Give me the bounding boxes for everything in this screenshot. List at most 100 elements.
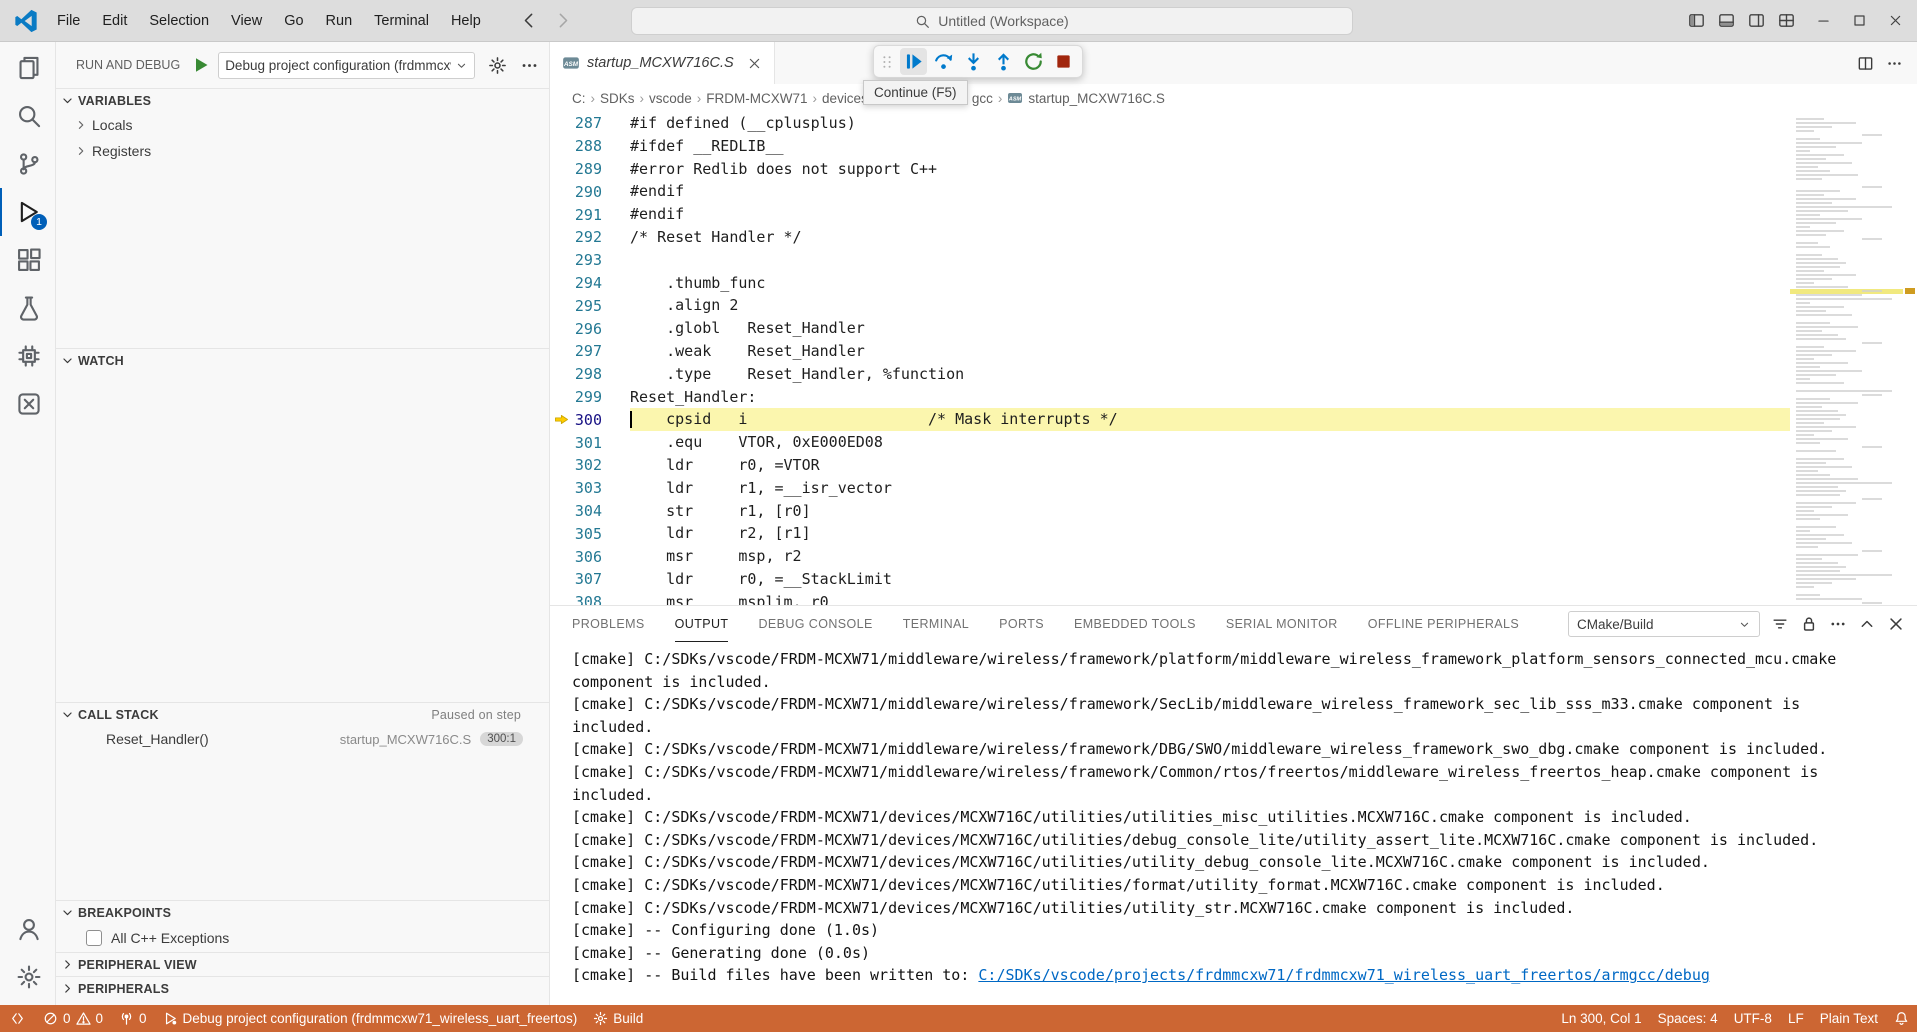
output-log[interactable]: [cmake] C:/SDKs/vscode/FRDM-MCXW71/middl… [550, 642, 1917, 1005]
menu-help[interactable]: Help [440, 6, 492, 36]
activity-explorer[interactable] [0, 44, 55, 92]
back-icon[interactable] [520, 11, 539, 30]
code-line[interactable]: 306 msr msp, r2 [550, 545, 1790, 568]
code-line[interactable]: 300 cpsid i /* Mask interrupts */ [550, 408, 1790, 431]
breakpoint-row[interactable]: All C++ Exceptions [56, 924, 549, 952]
menu-file[interactable]: File [46, 6, 91, 36]
activity-peripherals[interactable] [0, 332, 55, 380]
split-editor-icon[interactable] [1857, 55, 1874, 72]
code-line[interactable]: 295 .align 2 [550, 294, 1790, 317]
line-number[interactable]: 294 [572, 274, 602, 292]
variables-section-header[interactable]: VARIABLES [56, 88, 549, 112]
peripherals-section-header[interactable]: PERIPHERALS [56, 976, 549, 1000]
activity-source-control[interactable] [0, 140, 55, 188]
minimap[interactable] [1790, 112, 1903, 605]
code-line[interactable]: 296 .globl Reset_Handler [550, 317, 1790, 340]
activity-accounts[interactable] [0, 905, 55, 953]
watch-section-header[interactable]: WATCH [56, 348, 549, 372]
code-line[interactable]: 299Reset_Handler: [550, 386, 1790, 409]
ports-indicator[interactable]: 0 [111, 1005, 155, 1032]
glyph-margin[interactable] [550, 412, 572, 427]
debug-config-select[interactable]: Debug project configuration (frdmmcxw71_… [218, 52, 475, 79]
code-line[interactable]: 288#ifdef __REDLIB__ [550, 135, 1790, 158]
code-line[interactable]: 290#endif [550, 180, 1790, 203]
breadcrumb-item[interactable]: vscode [649, 91, 692, 106]
code-line[interactable]: 294 .thumb_func [550, 272, 1790, 295]
code-line[interactable]: 305 ldr r2, [r1] [550, 522, 1790, 545]
breadcrumb-item[interactable]: C: [572, 91, 586, 106]
breadcrumb-item[interactable]: FRDM-MCXW71 [706, 91, 807, 106]
continue-button[interactable] [900, 48, 927, 75]
call-stack-section-header[interactable]: CALL STACK Paused on step [56, 702, 549, 726]
toggle-sidebar-icon[interactable] [1688, 12, 1705, 29]
line-number[interactable]: 290 [572, 183, 602, 201]
activity-testing[interactable] [0, 284, 55, 332]
breakpoints-section-header[interactable]: BREAKPOINTS [56, 900, 549, 924]
panel-tab-offline-peripherals[interactable]: OFFLINE PERIPHERALS [1368, 606, 1519, 642]
line-number[interactable]: 295 [572, 297, 602, 315]
forward-icon[interactable] [553, 11, 572, 30]
breadcrumb-item[interactable]: SDKs [600, 91, 635, 106]
peripheral-view-section-header[interactable]: PERIPHERAL VIEW [56, 952, 549, 976]
maximize-button[interactable] [1852, 13, 1867, 28]
code-line[interactable]: 298 .type Reset_Handler, %function [550, 363, 1790, 386]
line-number[interactable]: 303 [572, 479, 602, 497]
line-number[interactable]: 308 [572, 593, 602, 605]
code-line[interactable]: 303 ldr r1, =__isr_vector [550, 477, 1790, 500]
line-number[interactable]: 301 [572, 434, 602, 452]
variables-item-locals[interactable]: Locals [56, 112, 549, 138]
code-line[interactable]: 307 ldr r0, =__StackLimit [550, 568, 1790, 591]
maximize-panel-icon[interactable] [1858, 615, 1876, 633]
line-number[interactable]: 289 [572, 160, 602, 178]
eol-indicator[interactable]: LF [1780, 1005, 1812, 1032]
step-out-button[interactable] [990, 48, 1017, 75]
indentation[interactable]: Spaces: 4 [1650, 1005, 1726, 1032]
line-number[interactable]: 306 [572, 548, 602, 566]
toggle-secondary-sidebar-icon[interactable] [1748, 12, 1765, 29]
panel-tab-serial-monitor[interactable]: SERIAL MONITOR [1226, 606, 1338, 642]
close-panel-icon[interactable] [1887, 615, 1905, 633]
code-line[interactable]: 287#if defined (__cplusplus) [550, 112, 1790, 135]
debug-settings-icon[interactable] [488, 56, 507, 75]
language-mode[interactable]: Plain Text [1812, 1005, 1886, 1032]
code-line[interactable]: 301 .equ VTOR, 0xE000ED08 [550, 431, 1790, 454]
code-line[interactable]: 291#endif [550, 203, 1790, 226]
minimize-button[interactable] [1816, 13, 1831, 28]
panel-tab-terminal[interactable]: TERMINAL [903, 606, 969, 642]
close-tab-icon[interactable] [747, 56, 762, 71]
cursor-position[interactable]: Ln 300, Col 1 [1553, 1005, 1649, 1032]
line-number[interactable]: 287 [572, 114, 602, 132]
code-line[interactable]: 308 msr msplim, r0 [550, 591, 1790, 605]
output-link[interactable]: C:/SDKs/vscode/projects/frdmmcxw71/frdmm… [978, 966, 1710, 984]
restart-button[interactable] [1020, 48, 1047, 75]
menu-terminal[interactable]: Terminal [363, 6, 440, 36]
line-number[interactable]: 292 [572, 228, 602, 246]
line-number[interactable]: 288 [572, 137, 602, 155]
activity-extensions[interactable] [0, 236, 55, 284]
debug-config-status[interactable]: Debug project configuration (frdmmcxw71_… [155, 1005, 586, 1032]
code-line[interactable]: 293 [550, 249, 1790, 272]
build-button[interactable]: Build [585, 1005, 651, 1032]
start-debug-icon[interactable] [191, 55, 211, 75]
panel-tab-output[interactable]: OUTPUT [675, 606, 729, 642]
line-number[interactable]: 296 [572, 320, 602, 338]
clear-output-icon[interactable] [1771, 615, 1789, 633]
activity-search[interactable] [0, 92, 55, 140]
breadcrumb-item[interactable]: startup_MCXW716C.S [1028, 91, 1165, 106]
close-window-button[interactable] [1888, 13, 1903, 28]
editor-tab[interactable]: ASM startup_MCXW716C.S [550, 42, 775, 84]
menu-run[interactable]: Run [315, 6, 364, 36]
panel-tab-debug-console[interactable]: DEBUG CONSOLE [758, 606, 872, 642]
line-number[interactable]: 304 [572, 502, 602, 520]
breadcrumb-item[interactable]: devices [822, 91, 868, 106]
encoding[interactable]: UTF-8 [1726, 1005, 1780, 1032]
line-number[interactable]: 298 [572, 365, 602, 383]
menu-go[interactable]: Go [273, 6, 314, 36]
menu-edit[interactable]: Edit [91, 6, 138, 36]
code-line[interactable]: 304 str r1, [r0] [550, 500, 1790, 523]
more-actions-icon[interactable] [520, 56, 539, 75]
code-line[interactable]: 292/* Reset Handler */ [550, 226, 1790, 249]
line-number[interactable]: 302 [572, 456, 602, 474]
stop-button[interactable] [1050, 48, 1077, 75]
breadcrumb-item[interactable]: gcc [972, 91, 993, 106]
